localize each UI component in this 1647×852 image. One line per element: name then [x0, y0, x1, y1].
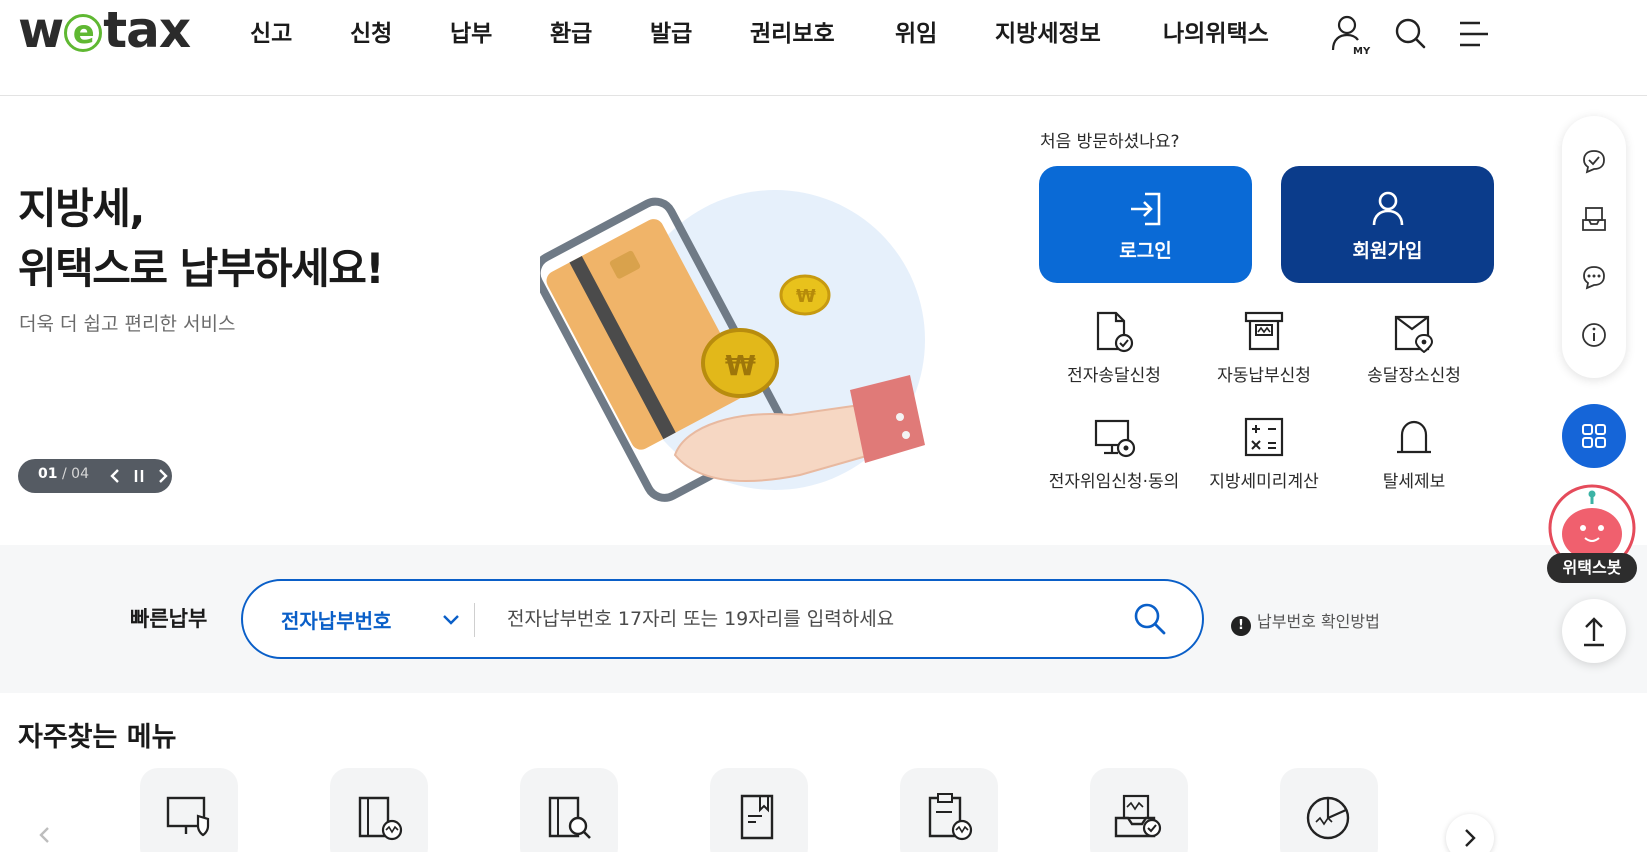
inbox-icon[interactable] [1579, 204, 1609, 234]
frequent-item-certificate[interactable] [710, 768, 808, 852]
hero-illustration: ₩ ₩ [532, 185, 960, 515]
quick-auto-pay[interactable]: 자동납부신청 [1189, 309, 1339, 409]
slide-prev-icon[interactable] [104, 465, 126, 487]
frequent-item-statistics[interactable] [1280, 768, 1378, 852]
frequent-menu-title: 자주찾는 메뉴 [18, 722, 177, 753]
clipboard-won-icon [928, 793, 973, 841]
nav-delegation[interactable]: 위임 [895, 14, 937, 54]
hero-title: 지방세, 위택스로 납부하세요! [18, 184, 385, 293]
slide-total: / 04 [62, 466, 89, 482]
quick-e-delegation[interactable]: 전자위임신청·동의 [1039, 415, 1189, 515]
delivery-place-icon [1394, 315, 1434, 353]
slide-pause-icon[interactable] [128, 465, 150, 487]
frequent-item-payment[interactable] [330, 768, 428, 852]
nav-payment[interactable]: 납부 [450, 14, 492, 54]
svg-text:₩: ₩ [796, 286, 816, 307]
site-header: w e tax 신고 신청 납부 환급 발급 권리보호 위임 지방세정보 나의위택스… [0, 0, 1647, 96]
nav-report[interactable]: 신고 [250, 14, 292, 54]
fast-pay-label: 빠른납부 [130, 607, 208, 631]
document-bookmark-icon [740, 794, 774, 840]
slide-next-icon[interactable] [152, 465, 174, 487]
arrow-up-icon [1584, 617, 1604, 647]
wetax-logo[interactable]: w e tax [18, 2, 191, 58]
nav-issue[interactable]: 발급 [650, 14, 692, 54]
e-delegation-icon [1094, 419, 1136, 458]
divider [474, 603, 475, 637]
login-icon [1131, 192, 1161, 226]
hero-subtitle: 더욱 더 쉽고 편리한 서비스 [19, 313, 236, 335]
wetax-bot-label[interactable]: 위택스봇 [1547, 553, 1637, 583]
frequent-item-refund[interactable] [900, 768, 998, 852]
frequent-next-button[interactable] [1446, 814, 1494, 852]
alarm-bell-icon [1397, 420, 1431, 454]
grid-icon [1582, 424, 1606, 448]
all-menu-grid-button[interactable] [1562, 404, 1626, 468]
svg-text:₩: ₩ [725, 349, 756, 382]
chat-bubble-icon[interactable] [1579, 262, 1609, 292]
nav-local-tax-info[interactable]: 지방세정보 [995, 14, 1101, 54]
nav-refund[interactable]: 환급 [550, 14, 592, 54]
fast-pay-section: 빠른납부 전자납부번호 !납부번호 확인방법 [0, 545, 1647, 693]
payment-number-input[interactable] [507, 597, 1107, 641]
document-search-icon [548, 796, 591, 839]
payment-number-help-link[interactable]: ! 납부번호 확인방법 [1231, 608, 1380, 636]
hero-banner: 지방세, 위택스로 납부하세요! 더욱 더 쉽고 편리한 서비스 01 / 04 [0, 97, 1647, 545]
chat-check-icon[interactable] [1579, 146, 1609, 176]
menu-icon[interactable] [1452, 12, 1496, 56]
frequent-prev-icon[interactable] [30, 820, 60, 850]
nav-apply[interactable]: 신청 [350, 14, 392, 54]
slider-controls: 01 / 04 [18, 459, 172, 493]
tax-bill-icon [358, 796, 403, 841]
quick-e-delivery[interactable]: 전자송달신청 [1039, 309, 1189, 409]
nav-rights[interactable]: 권리보호 [750, 14, 835, 54]
slide-current: 01 [38, 466, 58, 482]
quick-tax-evasion-report[interactable]: 탈세제보 [1339, 415, 1489, 515]
my-page-icon[interactable]: MY [1328, 12, 1372, 57]
chevron-right-icon [1465, 829, 1476, 847]
e-delivery-icon [1096, 311, 1134, 353]
frequent-item-inquiry[interactable] [520, 768, 618, 852]
scroll-top-button[interactable] [1562, 599, 1626, 663]
first-visit-text: 처음 방문하셨나요? [1040, 132, 1180, 152]
fast-pay-box: 전자납부번호 [241, 579, 1204, 659]
side-quick-panel [1562, 116, 1626, 378]
svg-text:MY: MY [1353, 46, 1371, 56]
frequent-item-auto-transfer[interactable] [1090, 768, 1188, 852]
monitor-shield-icon [166, 796, 210, 837]
chatbot-mascot-icon [1548, 484, 1636, 572]
join-button[interactable]: 회원가입 [1281, 166, 1494, 283]
login-button[interactable]: 로그인 [1039, 166, 1252, 283]
auto-pay-icon [1244, 311, 1284, 351]
nav-my-wetax[interactable]: 나의위택스 [1163, 14, 1269, 54]
search-icon[interactable] [1388, 12, 1432, 56]
fast-pay-search-icon[interactable] [1132, 601, 1168, 637]
tray-check-icon [1114, 794, 1162, 838]
info-icon[interactable] [1579, 320, 1609, 350]
info-exclamation-icon: ! [1231, 616, 1251, 636]
user-icon [1372, 191, 1404, 226]
quick-calculator[interactable]: 지방세미리계산 [1189, 415, 1339, 515]
chevron-down-icon[interactable] [439, 607, 463, 631]
frequent-item-e-filing[interactable] [140, 768, 238, 852]
payment-type-select[interactable]: 전자납부번호 [281, 605, 391, 634]
quick-delivery-place[interactable]: 송달장소신청 [1339, 309, 1489, 409]
pie-chart-icon [1306, 796, 1350, 840]
calculator-icon [1244, 417, 1284, 457]
